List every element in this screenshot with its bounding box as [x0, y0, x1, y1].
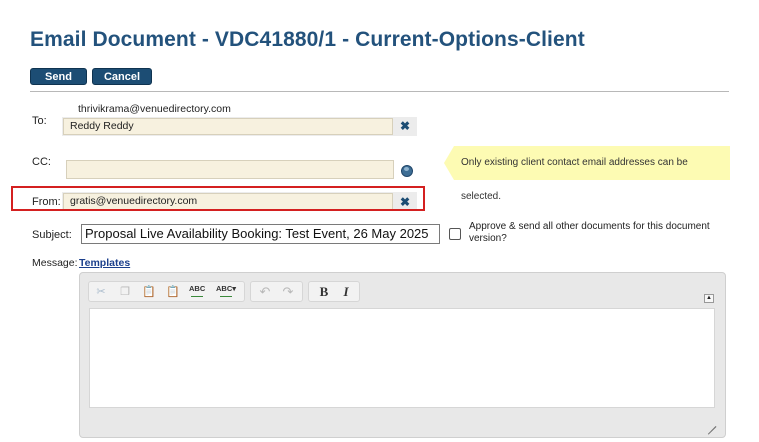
- italic-button[interactable]: I: [338, 284, 354, 300]
- message-body[interactable]: [89, 308, 715, 408]
- send-button[interactable]: Send: [30, 68, 87, 85]
- hint-tooltip: Only existing client contact email addre…: [444, 146, 730, 202]
- to-label: To:: [32, 115, 47, 127]
- spellcheck-icon[interactable]: ABC: [189, 284, 205, 300]
- spellcheck-text: ABC: [189, 284, 206, 293]
- cc-field[interactable]: [66, 160, 394, 179]
- undo-icon[interactable]: ↶: [257, 284, 273, 300]
- toolbar-history-group: ↶ ↷: [250, 281, 303, 302]
- page-title: Email Document - VDC41880/1 - Current-Op…: [30, 28, 585, 51]
- to-field[interactable]: Reddy Reddy: [63, 118, 393, 135]
- rich-text-editor: ✂ ❐ 📋 📋 ABC ABC▾ ↶ ↷ B I ▲: [79, 272, 726, 438]
- spellcheck-dropdown-text: ABC: [215, 284, 233, 293]
- globe-icon[interactable]: [401, 165, 413, 177]
- bold-button[interactable]: B: [316, 284, 332, 300]
- from-highlight-box: [11, 186, 425, 211]
- resize-handle-icon[interactable]: [704, 415, 717, 435]
- toolbar-format-group: B I: [308, 281, 360, 302]
- approve-label: Approve & send all other documents for t…: [469, 221, 710, 244]
- subject-label: Subject:: [32, 229, 72, 241]
- cancel-button[interactable]: Cancel: [92, 68, 152, 85]
- cc-label: CC:: [32, 156, 51, 168]
- cut-icon[interactable]: ✂: [93, 284, 109, 300]
- message-label: Message:: [32, 257, 78, 269]
- to-address: thrivikrama@venuedirectory.com: [78, 103, 231, 115]
- copy-icon[interactable]: ❐: [117, 284, 133, 300]
- close-icon[interactable]: ✖: [398, 119, 412, 133]
- templates-link[interactable]: Templates: [79, 257, 130, 269]
- spellcheck-dropdown-icon[interactable]: ABC▾: [213, 284, 239, 300]
- toolbar-clipboard-group: ✂ ❐ 📋 📋 ABC ABC▾: [88, 281, 245, 302]
- redo-icon[interactable]: ↷: [280, 284, 296, 300]
- paste-icon[interactable]: 📋: [141, 284, 157, 300]
- collapse-toolbar-icon[interactable]: ▲: [704, 294, 714, 303]
- divider: [30, 91, 729, 92]
- paste-from-word-icon[interactable]: 📋: [165, 284, 181, 300]
- approve-checkbox[interactable]: [449, 228, 461, 240]
- subject-input[interactable]: Proposal Live Availability Booking: Test…: [81, 224, 440, 244]
